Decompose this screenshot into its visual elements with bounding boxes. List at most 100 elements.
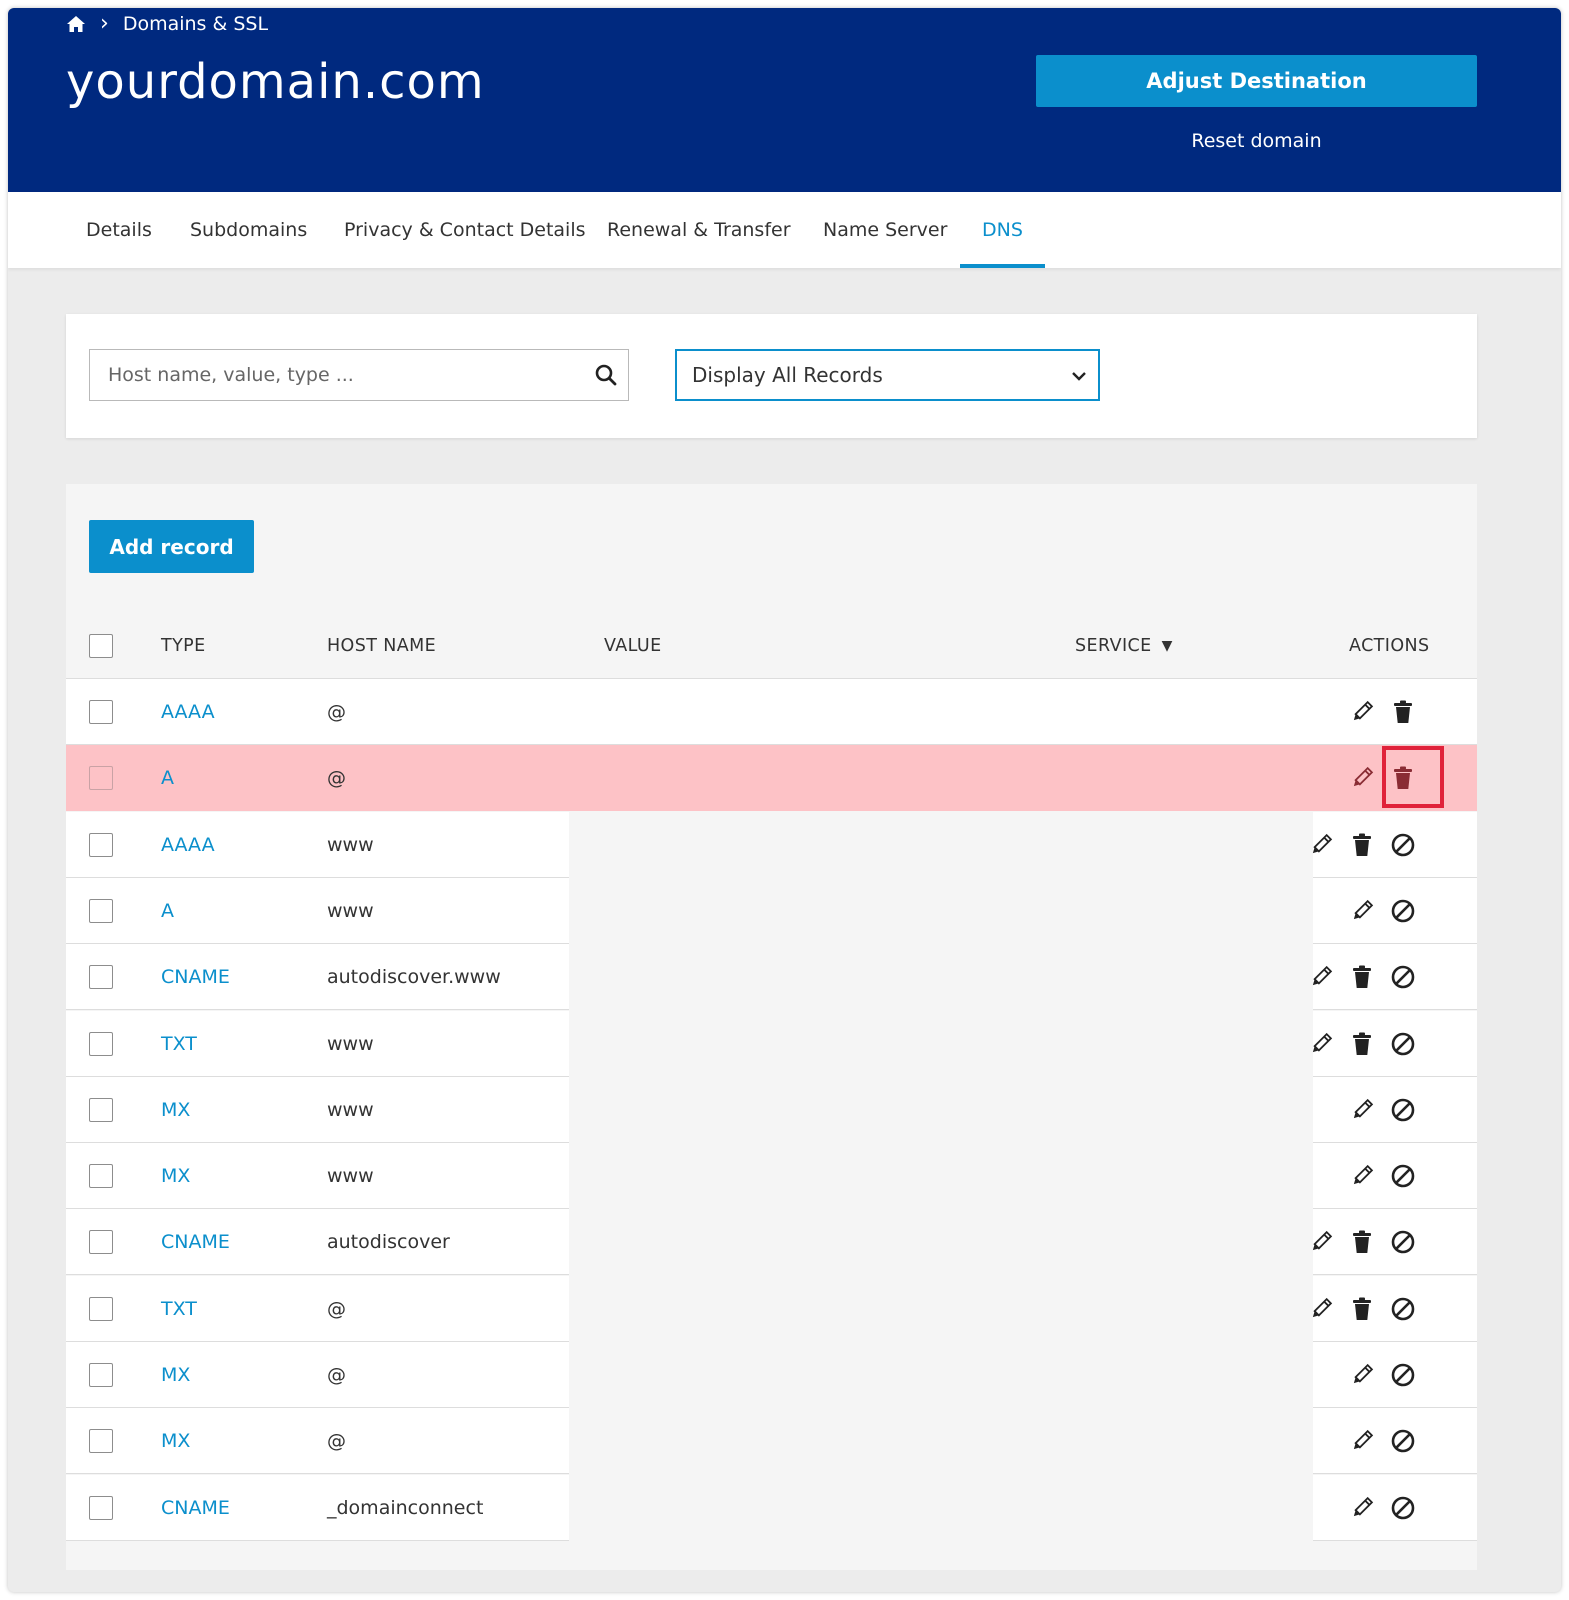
select-all-checkbox[interactable] (89, 634, 113, 658)
row-checkbox[interactable] (89, 832, 113, 857)
disable-icon[interactable] (1389, 1494, 1417, 1522)
disable-icon[interactable] (1389, 1162, 1417, 1190)
row-checkbox[interactable] (89, 1363, 113, 1387)
record-host-name: @ (327, 701, 346, 723)
table-row: CNAME autodiscover.www (66, 944, 1477, 1011)
table-row: MX www (66, 1076, 1477, 1143)
trash-icon[interactable] (1389, 698, 1417, 726)
record-host-name: @ (327, 1430, 346, 1453)
reset-domain-link[interactable]: Reset domain (1036, 130, 1477, 152)
column-actions: ACTIONS (1349, 636, 1430, 656)
row-checkbox[interactable] (89, 1296, 113, 1321)
edit-icon[interactable] (1348, 1427, 1376, 1455)
tab-privacy-contact[interactable]: Privacy & Contact Details (344, 192, 586, 268)
edit-icon[interactable] (1348, 764, 1376, 792)
edit-icon[interactable] (1307, 831, 1335, 859)
row-checkbox[interactable] (89, 700, 113, 724)
disable-icon[interactable] (1389, 963, 1417, 991)
record-type[interactable]: MX (161, 1077, 190, 1143)
record-type[interactable]: AAAA (161, 812, 215, 878)
table-row: AAAA @ (66, 679, 1477, 745)
row-checkbox[interactable] (89, 766, 113, 791)
row-background (66, 1209, 569, 1276)
edit-icon[interactable] (1348, 1494, 1376, 1522)
column-service[interactable]: SERVICE ▼ (1075, 614, 1173, 678)
adjust-destination-button[interactable]: Adjust Destination (1036, 55, 1477, 107)
record-host-name: www (327, 1165, 374, 1188)
edit-icon[interactable] (1307, 963, 1335, 991)
table-row: MX @ (66, 1408, 1477, 1475)
row-checkbox[interactable] (89, 965, 113, 990)
table-row: Awww (66, 877, 1477, 944)
row-background (66, 1010, 569, 1077)
edit-icon[interactable] (1307, 1228, 1335, 1256)
record-type[interactable]: MX (161, 1143, 190, 1209)
record-host-name: www (327, 1032, 374, 1055)
record-type[interactable]: A (161, 745, 174, 811)
record-type[interactable]: MX (161, 1342, 190, 1408)
table-row: MX www (66, 1143, 1477, 1210)
record-host-name: @ (327, 1297, 346, 1320)
record-type[interactable]: TXT (161, 1276, 197, 1342)
search-icon[interactable] (594, 363, 618, 387)
edit-icon[interactable] (1307, 1030, 1335, 1058)
tab-name-server[interactable]: Name Server (823, 192, 947, 268)
disable-icon[interactable] (1389, 1096, 1417, 1124)
record-host-name: autodiscover.www (327, 966, 501, 989)
disable-icon[interactable] (1389, 1030, 1417, 1058)
row-checkbox[interactable] (89, 1230, 113, 1255)
tab-renewal-transfer[interactable]: Renewal & Transfer (607, 192, 791, 268)
table-row: A @ (66, 745, 1477, 812)
trash-icon[interactable] (1348, 1228, 1376, 1256)
disable-icon[interactable] (1389, 897, 1417, 925)
breadcrumb-domains-ssl[interactable]: Domains & SSL (123, 13, 268, 35)
tab-bar: Details Subdomains Privacy & Contact Det… (8, 192, 1561, 268)
edit-icon[interactable] (1307, 1295, 1335, 1323)
record-host-name: @ (327, 767, 346, 790)
record-type[interactable]: A (161, 878, 174, 944)
record-filter-select[interactable]: Display All Records (675, 349, 1100, 401)
row-checkbox[interactable] (89, 898, 113, 923)
highlight-box (1382, 746, 1444, 809)
edit-icon[interactable] (1348, 1361, 1376, 1389)
row-checkbox[interactable] (89, 1495, 113, 1520)
sort-down-icon: ▼ (1161, 638, 1173, 654)
trash-icon[interactable] (1348, 831, 1376, 859)
add-record-button[interactable]: Add record (89, 520, 254, 573)
record-type[interactable]: AAAA (161, 679, 215, 745)
record-type[interactable]: CNAME (161, 1475, 230, 1541)
tab-subdomains[interactable]: Subdomains (190, 192, 307, 268)
trash-icon[interactable] (1348, 1295, 1376, 1323)
disable-icon[interactable] (1389, 1295, 1417, 1323)
row-checkbox[interactable] (89, 1031, 113, 1056)
breadcrumb: › Domains & SSL (66, 12, 268, 36)
record-type[interactable]: CNAME (161, 1209, 230, 1275)
disable-icon[interactable] (1389, 1427, 1417, 1455)
chevron-down-icon (1070, 366, 1088, 384)
trash-icon[interactable] (1348, 963, 1376, 991)
row-background (66, 1342, 569, 1408)
edit-icon[interactable] (1348, 1096, 1376, 1124)
row-background (66, 877, 569, 944)
edit-icon[interactable] (1348, 698, 1376, 726)
row-background (66, 1408, 569, 1475)
edit-icon[interactable] (1348, 1162, 1376, 1190)
disable-icon[interactable] (1389, 1228, 1417, 1256)
home-icon[interactable] (66, 15, 86, 33)
tab-details[interactable]: Details (86, 192, 152, 268)
row-checkbox[interactable] (89, 1164, 113, 1189)
row-checkbox[interactable] (89, 1429, 113, 1454)
record-type[interactable]: TXT (161, 1011, 197, 1077)
record-type[interactable]: CNAME (161, 944, 230, 1010)
tab-dns[interactable]: DNS (960, 192, 1045, 268)
search-input[interactable] (90, 350, 588, 400)
record-type[interactable]: MX (161, 1408, 190, 1474)
row-background (66, 1143, 569, 1210)
trash-icon[interactable] (1348, 1030, 1376, 1058)
row-checkbox[interactable] (89, 1097, 113, 1122)
disable-icon[interactable] (1389, 1361, 1417, 1389)
record-host-name: www (327, 899, 374, 922)
disable-icon[interactable] (1389, 831, 1417, 859)
edit-icon[interactable] (1348, 897, 1376, 925)
row-background (66, 679, 1477, 745)
